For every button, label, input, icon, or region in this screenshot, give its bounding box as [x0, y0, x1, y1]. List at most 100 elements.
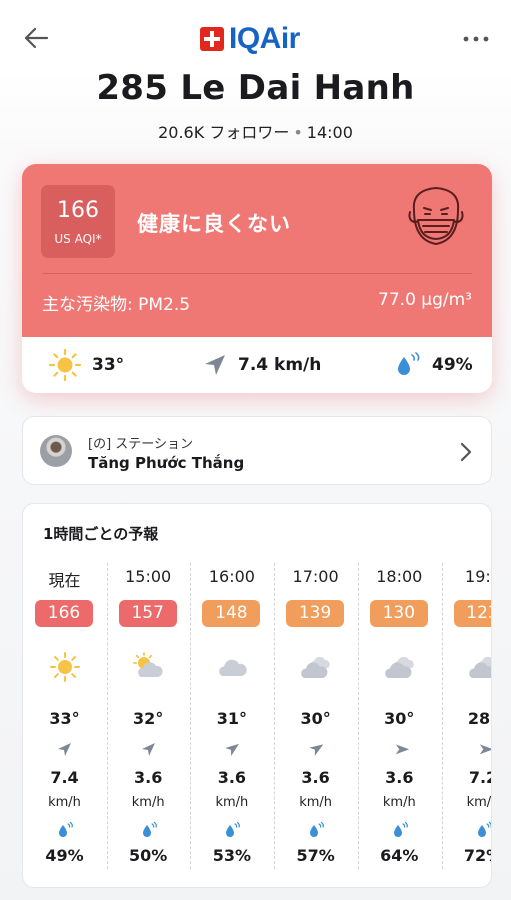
page-title: 285 Le Dai Hanh [96, 68, 415, 108]
forecast-wind-unit: km/h [466, 795, 492, 810]
location-subtitle: 20.6K フォロワー • 14:00 [0, 119, 511, 143]
wind-direction-icon [309, 744, 324, 756]
forecast-wind-unit: km/h [215, 795, 249, 810]
column-separator [357, 563, 359, 869]
humidity-item: 49% [394, 337, 473, 393]
wind-direction-icon [479, 744, 491, 755]
iqair-logo: IQAir [200, 22, 300, 56]
forecast-time: 現在 [48, 571, 81, 590]
separator-dot: • [293, 123, 303, 142]
swiss-flag-icon [200, 27, 224, 51]
forecast-wind-speed: 3.6 [134, 768, 163, 787]
humidity-icon [398, 352, 420, 375]
station-card[interactable]: [の] ステーション Tăng Phước Thắng [22, 416, 492, 485]
temperature-value: 33° [92, 355, 125, 375]
pollutant-concentration: 77.0 µg/m³ [378, 290, 472, 310]
forecast-temperature: 30° [300, 709, 331, 728]
aqi-unit: US AQI* [54, 232, 102, 246]
column-separator [274, 563, 276, 869]
forecast-temperature: 32° [133, 709, 164, 728]
forecast-temperature: 28° [467, 709, 491, 728]
forecast-humidity: 57% [296, 846, 335, 865]
wind-speed-value: 7.4 km/h [238, 355, 322, 375]
forecast-title: 1時間ごとの予報 [43, 525, 159, 543]
wind-direction-icon [141, 743, 155, 756]
forecast-time: 15:00 [125, 567, 172, 586]
more-dots-icon[interactable] [461, 30, 491, 48]
forecast-wind-speed: 3.6 [385, 768, 414, 787]
humidity-icon [393, 821, 408, 837]
forecast-aqi-badge: 166 [35, 600, 93, 627]
brand-name: IQAir [229, 22, 300, 55]
partly-cloudy-icon [132, 652, 165, 682]
clouds-icon [468, 652, 491, 682]
humidity-icon [59, 821, 73, 837]
aqi-status: 健康に良くない [137, 212, 291, 236]
wind-direction-icon [225, 743, 240, 756]
forecast-columns[interactable]: 現在 166 33° 7.4 km/h 49% 15:00 157 32° 3.6 km/h 50% 1… [23, 559, 492, 879]
station-label: [の] ステーション [88, 437, 194, 452]
wind-direction-icon [395, 744, 409, 755]
aqi-value: 166 [57, 198, 99, 223]
sun-icon [48, 348, 82, 382]
face-mask-icon [408, 187, 464, 245]
forecast-humidity: 49% [45, 846, 84, 865]
clouds-icon [300, 652, 332, 682]
forecast-humidity: 64% [380, 846, 419, 865]
forecast-hour-column: 15:00 157 32° 3.6 km/h 50% [107, 559, 190, 869]
top-bar: IQAir [0, 0, 511, 70]
column-separator [441, 563, 443, 869]
temperature-item: 33° [48, 337, 124, 393]
humidity-icon [477, 821, 491, 837]
hourly-forecast-card[interactable]: 1時間ごとの予報 現在 166 33° 7.4 km/h 49% 15:00 157 32° 3.… [22, 503, 492, 888]
forecast-humidity: 50% [129, 846, 168, 865]
aqi-card[interactable]: 166 US AQI* 健康に良くない 主な汚染物: PM2.5 77.0 µg… [22, 164, 492, 393]
forecast-temperature: 31° [216, 709, 248, 728]
forecast-hour-column: 16:00 148 31° 3.6 km/h 53% [190, 559, 273, 869]
forecast-wind-speed: 3.6 [217, 768, 247, 787]
chevron-right-icon[interactable] [459, 441, 473, 463]
column-separator [106, 563, 108, 869]
forecast-aqi-badge: 139 [286, 600, 345, 627]
wind-direction-icon [58, 743, 71, 756]
forecast-humidity: 72% [463, 846, 491, 865]
forecast-wind-unit: km/h [131, 795, 165, 810]
forecast-hour-column: 18:00 130 30° 3.6 km/h 64% [358, 559, 441, 869]
forecast-aqi-badge: 148 [202, 600, 261, 627]
humidity-icon [310, 821, 324, 837]
forecast-wind-unit: km/h [48, 795, 81, 810]
forecast-hour-column: 17:00 139 30° 3.6 km/h 57% [274, 559, 357, 869]
humidity-value: 49% [432, 355, 473, 375]
follower-count: 20.6K フォロワー [158, 123, 290, 142]
forecast-humidity: 53% [212, 846, 252, 865]
forecast-wind-unit: km/h [299, 795, 332, 810]
forecast-wind-speed: 7.2 [468, 768, 491, 787]
forecast-aqi-badge: 123 [453, 600, 491, 627]
column-separator [190, 563, 192, 869]
avatar [40, 435, 72, 467]
sun-icon [49, 652, 81, 682]
aqi-card-header: 166 US AQI* 健康に良くない 主な汚染物: PM2.5 77.0 µg… [22, 164, 492, 337]
forecast-time: 18:00 [376, 567, 423, 586]
forecast-wind-speed: 7.4 [50, 768, 79, 787]
forecast-hour-column: 19:0 123 28° 7.2 km/h 72% [442, 559, 492, 869]
humidity-icon [226, 821, 241, 837]
forecast-temperature: 33° [49, 709, 80, 728]
update-time: 14:00 [306, 123, 353, 142]
humidity-icon [142, 821, 157, 837]
forecast-temperature: 30° [384, 709, 415, 728]
current-weather-row: 33° 7.4 km/h 49% [22, 337, 492, 393]
station-name: Tăng Phước Thắng [88, 454, 245, 472]
aqi-badge: 166 US AQI* [41, 185, 115, 258]
forecast-wind-unit: km/h [382, 795, 416, 810]
forecast-wind-speed: 3.6 [301, 768, 330, 787]
forecast-aqi-badge: 130 [369, 600, 428, 627]
forecast-time: 17:00 [292, 567, 339, 586]
main-pollutant: 主な汚染物: PM2.5 [42, 295, 191, 315]
wind-direction-icon [205, 355, 225, 375]
forecast-aqi-badge: 157 [118, 600, 177, 627]
forecast-time: 19:0 [465, 567, 491, 586]
wind-item: 7.4 km/h [202, 337, 321, 393]
cloud-icon [216, 652, 248, 682]
arrow-left-icon[interactable] [22, 24, 50, 52]
